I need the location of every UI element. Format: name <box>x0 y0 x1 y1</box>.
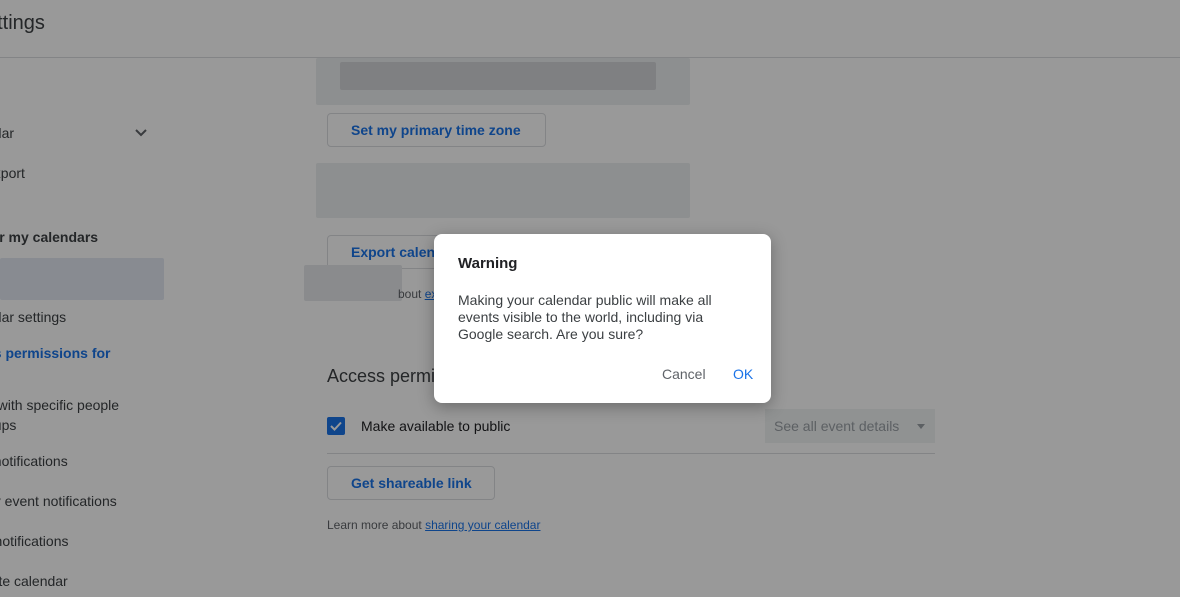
cancel-button[interactable]: Cancel <box>662 366 706 382</box>
warning-dialog: Warning Making your calendar public will… <box>434 234 771 403</box>
ok-button[interactable]: OK <box>733 366 753 382</box>
dialog-message: Making your calendar public will make al… <box>458 292 712 342</box>
dialog-title: Warning <box>458 255 518 272</box>
